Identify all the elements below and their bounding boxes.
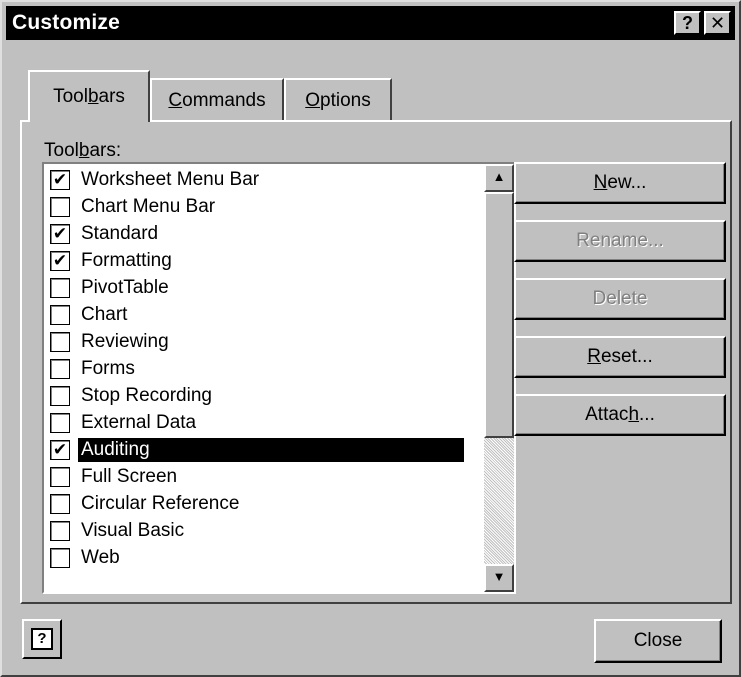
- toolbar-checkbox[interactable]: ✔: [50, 439, 70, 460]
- scroll-down-button[interactable]: ▼: [484, 564, 514, 592]
- toolbar-label: Chart: [81, 303, 128, 325]
- toolbar-label: External Data: [81, 411, 197, 433]
- close-button[interactable]: Close: [594, 619, 722, 663]
- toolbar-checkbox[interactable]: [50, 331, 70, 352]
- customize-dialog: Customize ? ✕ Tool b ars Commands Options …: [0, 0, 741, 677]
- toolbar-label: Reviewing: [81, 330, 169, 352]
- toolbar-label: Stop Recording: [81, 384, 212, 406]
- list-item[interactable]: External Data: [50, 409, 464, 436]
- toolbars-list-items: ✔ Worksheet Menu Bar Chart Menu Bar ✔ Standa…: [50, 166, 465, 571]
- list-item[interactable]: Forms: [50, 355, 464, 382]
- toolbar-label: Full Screen: [81, 465, 178, 487]
- toolbar-label: Worksheet Menu Bar: [81, 168, 260, 190]
- attach-button[interactable]: Attac h...: [514, 394, 726, 436]
- list-scrollbar[interactable]: ▲ ▼: [484, 164, 514, 592]
- toolbar-label: Circular Reference: [81, 492, 240, 514]
- toolbars-list[interactable]: ✔ Worksheet Menu Bar Chart Menu Bar ✔ Standa…: [42, 162, 516, 594]
- toolbar-label: PivotTable: [81, 276, 169, 298]
- toolbar-checkbox[interactable]: [50, 412, 70, 433]
- list-item[interactable]: ✔ Auditing: [50, 436, 465, 463]
- new-button[interactable]: New...: [514, 162, 726, 204]
- toolbar-checkbox[interactable]: [50, 358, 70, 379]
- list-item[interactable]: Visual Basic: [50, 517, 464, 544]
- toolbar-checkbox[interactable]: [50, 277, 70, 298]
- toolbar-checkbox[interactable]: [50, 493, 70, 514]
- help-icon: ?: [31, 628, 53, 650]
- list-item[interactable]: Chart: [50, 301, 464, 328]
- dialog-title: Customize: [12, 11, 120, 34]
- toolbar-checkbox[interactable]: ✔: [50, 223, 70, 244]
- list-item[interactable]: ✔ Standard: [50, 220, 464, 247]
- list-item[interactable]: Web: [50, 544, 464, 571]
- title-bar: Customize ? ✕: [6, 6, 735, 40]
- toolbar-checkbox[interactable]: [50, 196, 70, 217]
- list-item[interactable]: Full Screen: [50, 463, 464, 490]
- toolbar-label: Visual Basic: [81, 519, 185, 541]
- list-item[interactable]: ✔ Formatting: [50, 247, 464, 274]
- toolbar-label: Standard: [81, 222, 159, 244]
- tab-toolbars[interactable]: Tool b ars: [28, 70, 150, 122]
- list-item[interactable]: Circular Reference: [50, 490, 464, 517]
- tab-options[interactable]: Options: [284, 78, 392, 122]
- toolbar-checkbox[interactable]: [50, 466, 70, 487]
- scroll-thumb[interactable]: [484, 192, 514, 438]
- list-item[interactable]: Chart Menu Bar: [50, 193, 464, 220]
- toolbar-label: Forms: [81, 357, 135, 379]
- scroll-up-button[interactable]: ▲: [484, 164, 514, 192]
- toolbar-label: Web: [81, 546, 120, 568]
- list-item[interactable]: PivotTable: [50, 274, 464, 301]
- delete-button[interactable]: Delete: [514, 278, 726, 320]
- title-close-button[interactable]: ✕: [704, 11, 731, 35]
- toolbar-checkbox[interactable]: [50, 385, 70, 406]
- toolbar-label: Auditing: [77, 436, 465, 463]
- toolbar-checkbox[interactable]: ✔: [50, 169, 70, 190]
- title-help-button[interactable]: ?: [674, 11, 701, 35]
- rename-button[interactable]: Rename...: [514, 220, 726, 262]
- help-button[interactable]: ?: [22, 619, 62, 659]
- toolbars-list-label: Toolbars:: [44, 140, 122, 161]
- list-item[interactable]: ✔ Worksheet Menu Bar: [50, 166, 464, 193]
- list-item[interactable]: Reviewing: [50, 328, 464, 355]
- tab-commands[interactable]: Commands: [150, 78, 284, 122]
- toolbar-checkbox[interactable]: [50, 520, 70, 541]
- toolbar-label: Formatting: [81, 249, 172, 271]
- reset-button[interactable]: Reset...: [514, 336, 726, 378]
- tab-panel: Toolbars: ✔ Worksheet Menu Bar Chart Menu …: [20, 120, 732, 604]
- toolbar-checkbox[interactable]: [50, 547, 70, 568]
- toolbar-checkbox[interactable]: [50, 304, 70, 325]
- toolbar-checkbox[interactable]: ✔: [50, 250, 70, 271]
- toolbar-label: Chart Menu Bar: [81, 195, 216, 217]
- list-item[interactable]: Stop Recording: [50, 382, 464, 409]
